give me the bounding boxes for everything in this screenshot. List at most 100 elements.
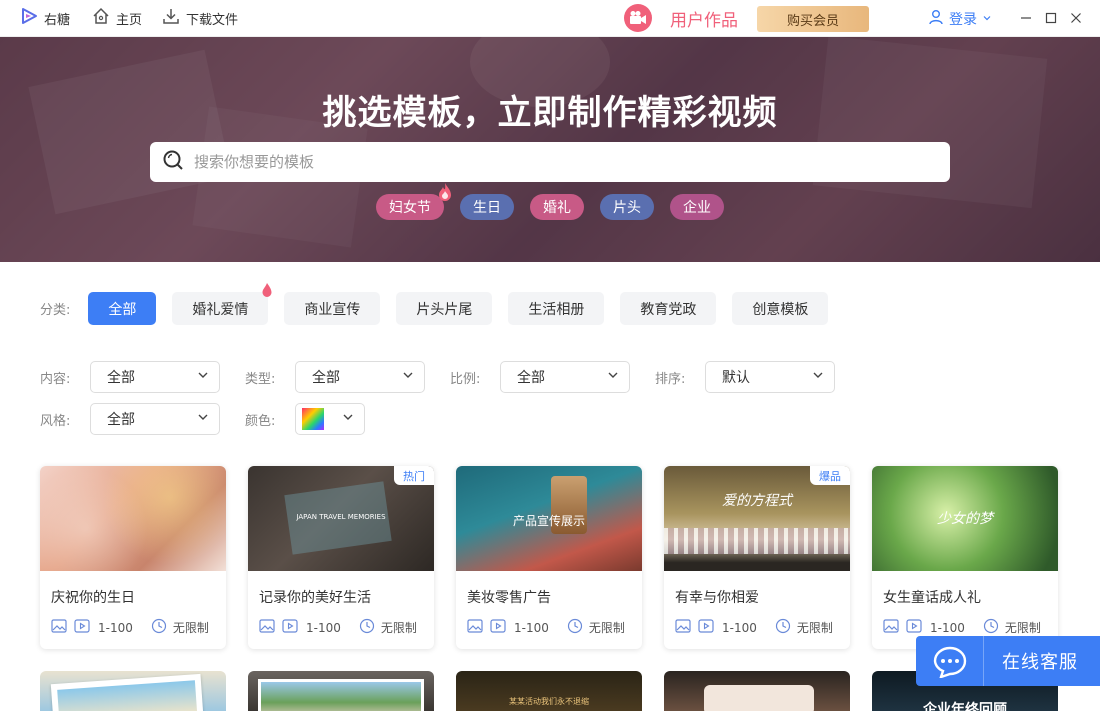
template-card-partial[interactable] — [664, 671, 850, 711]
flame-icon — [438, 182, 452, 206]
thumbnail-photo — [57, 680, 198, 711]
thumbnail-photo-frame — [258, 679, 424, 711]
style-select[interactable]: 全部 — [90, 403, 220, 435]
template-card[interactable]: JAPAN TRAVEL MEMORIES 热门 记录你的美好生活 1-100 … — [248, 466, 434, 649]
search-input[interactable] — [194, 153, 894, 171]
thumbnail-food — [704, 685, 814, 711]
filter-panel: 分类: 全部 婚礼爱情 商业宣传 片头片尾 生活相册 教育党政 创意模板 内容:… — [0, 262, 1100, 462]
video-icon — [906, 619, 922, 636]
category-business[interactable]: 商业宣传 — [284, 292, 381, 325]
card-meta: 1-100 无限制 — [259, 618, 417, 637]
type-select[interactable]: 全部 — [295, 361, 425, 393]
card-meta: 1-100 无限制 — [883, 618, 1041, 637]
template-thumbnail: 产品宣传展示 — [456, 466, 642, 571]
image-icon — [51, 619, 67, 636]
login-button[interactable]: 登录 — [928, 9, 992, 29]
card-meta: 1-100 无限制 — [51, 618, 209, 637]
search-icon — [162, 149, 184, 175]
category-education[interactable]: 教育党政 — [620, 292, 717, 325]
login-label: 登录 — [949, 12, 977, 28]
thumbnail-photo — [261, 682, 421, 711]
card-meta: 1-100 无限制 — [675, 618, 833, 637]
buy-vip-button[interactable]: 购买会员 — [757, 6, 869, 32]
search-box[interactable] — [150, 142, 950, 182]
ratio-value: 全部 — [517, 370, 545, 386]
downloads-nav-button[interactable]: 下载文件 — [162, 7, 238, 29]
hero-title: 挑选模板，立即制作精彩视频 — [322, 93, 778, 133]
duration: 无限制 — [172, 621, 209, 635]
minimize-icon[interactable] — [1018, 10, 1034, 26]
category-life-album[interactable]: 生活相册 — [508, 292, 605, 325]
flame-icon — [262, 282, 272, 302]
home-icon — [92, 7, 110, 29]
chat-icon — [916, 636, 984, 686]
hot-tag-enterprise[interactable]: 企业 — [670, 194, 724, 220]
style-label: 风格: — [40, 413, 71, 429]
thumbnail-caption: 企业年终回顾 — [923, 702, 1007, 711]
category-label: 分类: — [40, 303, 71, 318]
hot-tag-womens-day[interactable]: 妇女节 — [376, 183, 451, 220]
chevron-down-icon — [402, 369, 414, 385]
category-intro-outro[interactable]: 片头片尾 — [396, 292, 493, 325]
image-icon — [259, 619, 275, 636]
thumbnail-chairs — [664, 528, 850, 554]
duration: 无限制 — [380, 621, 417, 635]
image-icon — [883, 619, 899, 636]
user-icon — [928, 9, 944, 29]
online-support-button[interactable]: 在线客服 — [916, 636, 1100, 686]
thumbnail-lighting — [40, 466, 226, 571]
maximize-icon[interactable] — [1043, 10, 1059, 26]
color-swatch-icon — [302, 408, 324, 430]
downloads-label: 下载文件 — [186, 12, 239, 28]
template-card[interactable]: 产品宣传展示 美妆零售广告 1-100 无限制 — [456, 466, 642, 649]
clock-icon — [775, 618, 791, 637]
thumbnail-caption: 爱的方程式 — [722, 493, 792, 509]
style-value: 全部 — [107, 412, 135, 428]
category-wedding[interactable]: 婚礼爱情 — [172, 283, 272, 325]
home-nav-button[interactable]: 主页 — [92, 7, 142, 29]
camera-icon — [624, 4, 652, 32]
clock-icon — [359, 618, 375, 637]
sort-value: 默认 — [722, 370, 750, 386]
close-icon[interactable] — [1068, 10, 1084, 26]
color-select[interactable] — [295, 403, 365, 435]
online-support-label: 在线客服 — [1002, 652, 1078, 673]
hot-tag-birthday[interactable]: 生日 — [460, 194, 514, 220]
user-works-link[interactable]: 用户作品 — [624, 4, 738, 32]
chevron-down-icon — [607, 369, 619, 385]
hot-tag-wedding[interactable]: 婚礼 — [530, 194, 584, 220]
ratio-select[interactable]: 全部 — [500, 361, 630, 393]
card-meta: 1-100 无限制 — [467, 618, 625, 637]
video-icon — [74, 619, 90, 636]
type-label: 类型: — [245, 371, 276, 387]
chevron-down-icon — [812, 369, 824, 385]
app-logo[interactable]: 右糖 — [20, 7, 70, 29]
bestseller-badge: 爆品 — [810, 466, 850, 485]
video-icon — [282, 619, 298, 636]
thumbnail-photo-frame — [50, 673, 204, 711]
content-select[interactable]: 全部 — [90, 361, 220, 393]
card-title: 记录你的美好生活 — [259, 590, 371, 606]
template-card-partial[interactable] — [248, 671, 434, 711]
card-title: 女生童话成人礼 — [883, 590, 981, 606]
clock-icon — [983, 618, 999, 637]
media-count: 1-100 — [930, 620, 965, 635]
hot-tag-intro[interactable]: 片头 — [600, 194, 654, 220]
media-count: 1-100 — [514, 620, 549, 635]
template-card[interactable]: 爱的方程式 爆品 有幸与你相爱 1-100 无限制 — [664, 466, 850, 649]
content-label: 内容: — [40, 371, 71, 387]
duration: 无限制 — [588, 621, 625, 635]
template-card[interactable]: 庆祝你的生日 1-100 无限制 — [40, 466, 226, 649]
chevron-down-icon — [197, 369, 209, 385]
filter-row-1: 内容: 全部 类型: 全部 比例: 全部 排序: 默认 — [40, 361, 835, 393]
app-name: 右糖 — [44, 12, 71, 28]
template-card[interactable]: 少女的梦 女生童话成人礼 1-100 无限制 — [872, 466, 1058, 649]
content-value: 全部 — [107, 370, 135, 386]
template-card-partial[interactable] — [40, 671, 226, 711]
category-all[interactable]: 全部 — [88, 292, 157, 325]
duration: 无限制 — [1004, 621, 1041, 635]
sort-label: 排序: — [655, 371, 686, 387]
sort-select[interactable]: 默认 — [705, 361, 835, 393]
template-card-partial[interactable]: 某某活动我们永不退缩 — [456, 671, 642, 711]
category-creative[interactable]: 创意模板 — [732, 292, 829, 325]
